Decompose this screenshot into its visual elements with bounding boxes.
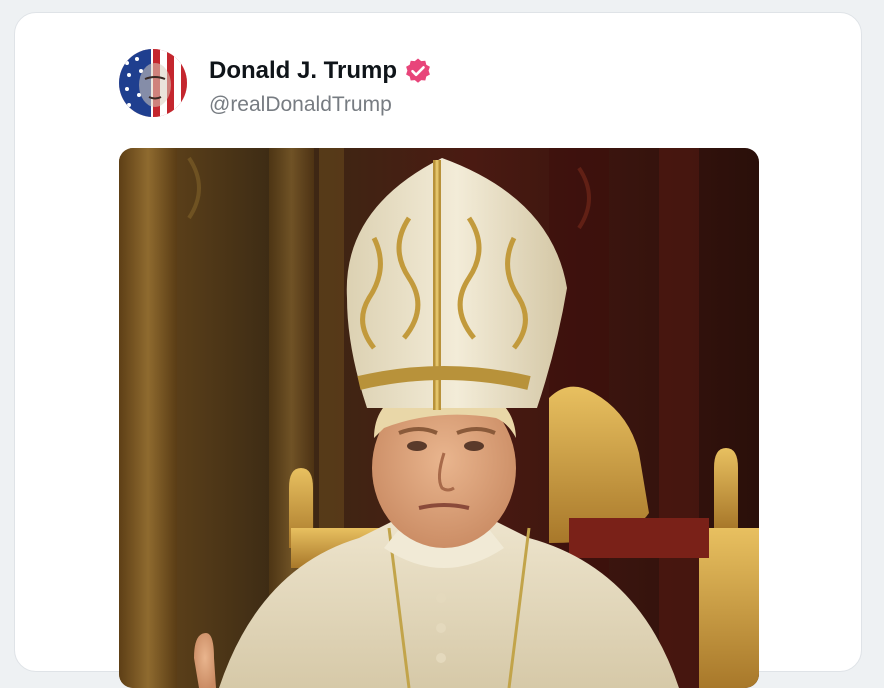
author-display-name[interactable]: Donald J. Trump: [209, 57, 397, 85]
verified-badge-icon: [406, 58, 430, 83]
flag-portrait-icon: [119, 49, 187, 117]
pope-portrait-image: [119, 148, 759, 688]
author-avatar[interactable]: [119, 49, 187, 117]
author-handle[interactable]: @realDonaldTrump: [209, 93, 392, 117]
author-name-row: Donald J. Trump: [209, 57, 432, 85]
post-card[interactable]: Donald J. Trump @realDonaldTrump: [14, 12, 862, 688]
post-media-image[interactable]: [119, 148, 759, 688]
